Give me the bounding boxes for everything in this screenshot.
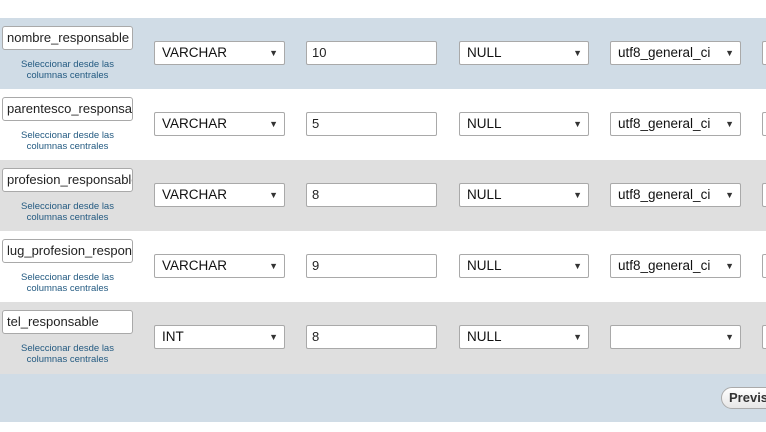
default-value: NULL xyxy=(467,116,502,131)
chevron-down-icon: ▼ xyxy=(269,48,278,58)
attributes-select[interactable] xyxy=(762,112,766,136)
chevron-down-icon: ▼ xyxy=(573,190,582,200)
collation-value: utf8_general_ci xyxy=(618,45,711,60)
collation-select[interactable]: utf8_general_ci ▼ xyxy=(610,112,741,136)
column-name-input[interactable]: parentesco_responsable xyxy=(2,97,133,121)
preview-sql-button[interactable]: Previsualizar SQL xyxy=(721,387,766,409)
form-footer: Previsualizar SQL xyxy=(0,374,766,422)
type-select[interactable]: VARCHAR ▼ xyxy=(154,183,285,207)
length-input[interactable]: 8 xyxy=(306,183,437,207)
collation-select[interactable]: utf8_general_ci ▼ xyxy=(610,254,741,278)
length-input[interactable]: 10 xyxy=(306,41,437,65)
central-columns-link[interactable]: Seleccionar desde las columnas centrales xyxy=(2,201,133,223)
default-select[interactable]: NULL ▼ xyxy=(459,112,589,136)
collation-value: utf8_general_ci xyxy=(618,187,711,202)
central-columns-link[interactable]: Seleccionar desde las columnas centrales xyxy=(2,272,133,294)
chevron-down-icon: ▼ xyxy=(725,119,734,129)
chevron-down-icon: ▼ xyxy=(573,48,582,58)
table-row: nombre_responsable Seleccionar desde las… xyxy=(0,18,766,89)
attributes-select[interactable] xyxy=(762,41,766,65)
default-select[interactable]: NULL ▼ xyxy=(459,254,589,278)
length-input[interactable]: 5 xyxy=(306,112,437,136)
length-input[interactable]: 9 xyxy=(306,254,437,278)
type-value: INT xyxy=(162,329,184,344)
type-select[interactable]: INT ▼ xyxy=(154,325,285,349)
type-value: VARCHAR xyxy=(162,45,228,60)
top-strip xyxy=(0,0,766,18)
column-name-input[interactable]: lug_profesion_responsable xyxy=(2,239,133,263)
central-columns-link[interactable]: Seleccionar desde las columnas centrales xyxy=(2,130,133,152)
table-row: tel_responsable Seleccionar desde las co… xyxy=(0,302,766,374)
central-columns-link[interactable]: Seleccionar desde las columnas centrales xyxy=(2,343,133,365)
chevron-down-icon: ▼ xyxy=(573,332,582,342)
table-row: lug_profesion_responsable Seleccionar de… xyxy=(0,231,766,302)
default-value: NULL xyxy=(467,329,502,344)
default-value: NULL xyxy=(467,187,502,202)
collation-select[interactable]: utf8_general_ci ▼ xyxy=(610,183,741,207)
chevron-down-icon: ▼ xyxy=(269,119,278,129)
collation-select[interactable]: ▼ xyxy=(610,325,741,349)
chevron-down-icon: ▼ xyxy=(725,190,734,200)
attributes-select[interactable] xyxy=(762,254,766,278)
chevron-down-icon: ▼ xyxy=(269,261,278,271)
collation-value: utf8_general_ci xyxy=(618,116,711,131)
bottom-strip xyxy=(0,422,766,432)
chevron-down-icon: ▼ xyxy=(269,190,278,200)
table-row: profesion_responsable Seleccionar desde … xyxy=(0,160,766,231)
default-select[interactable]: NULL ▼ xyxy=(459,41,589,65)
attributes-select[interactable] xyxy=(762,325,766,349)
column-name-input[interactable]: tel_responsable xyxy=(2,310,133,334)
attributes-select[interactable] xyxy=(762,183,766,207)
default-value: NULL xyxy=(467,258,502,273)
type-select[interactable]: VARCHAR ▼ xyxy=(154,254,285,278)
chevron-down-icon: ▼ xyxy=(573,261,582,271)
type-select[interactable]: VARCHAR ▼ xyxy=(154,112,285,136)
chevron-down-icon: ▼ xyxy=(725,48,734,58)
default-value: NULL xyxy=(467,45,502,60)
central-columns-link[interactable]: Seleccionar desde las columnas centrales xyxy=(2,59,133,81)
length-input[interactable]: 8 xyxy=(306,325,437,349)
default-select[interactable]: NULL ▼ xyxy=(459,325,589,349)
type-value: VARCHAR xyxy=(162,258,228,273)
column-name-input[interactable]: nombre_responsable xyxy=(2,26,133,50)
type-value: VARCHAR xyxy=(162,187,228,202)
collation-value: utf8_general_ci xyxy=(618,258,711,273)
chevron-down-icon: ▼ xyxy=(725,332,734,342)
default-select[interactable]: NULL ▼ xyxy=(459,183,589,207)
chevron-down-icon: ▼ xyxy=(573,119,582,129)
collation-select[interactable]: utf8_general_ci ▼ xyxy=(610,41,741,65)
column-name-input[interactable]: profesion_responsable xyxy=(2,168,133,192)
type-value: VARCHAR xyxy=(162,116,228,131)
type-select[interactable]: VARCHAR ▼ xyxy=(154,41,285,65)
chevron-down-icon: ▼ xyxy=(269,332,278,342)
table-row: parentesco_responsable Seleccionar desde… xyxy=(0,89,766,160)
chevron-down-icon: ▼ xyxy=(725,261,734,271)
